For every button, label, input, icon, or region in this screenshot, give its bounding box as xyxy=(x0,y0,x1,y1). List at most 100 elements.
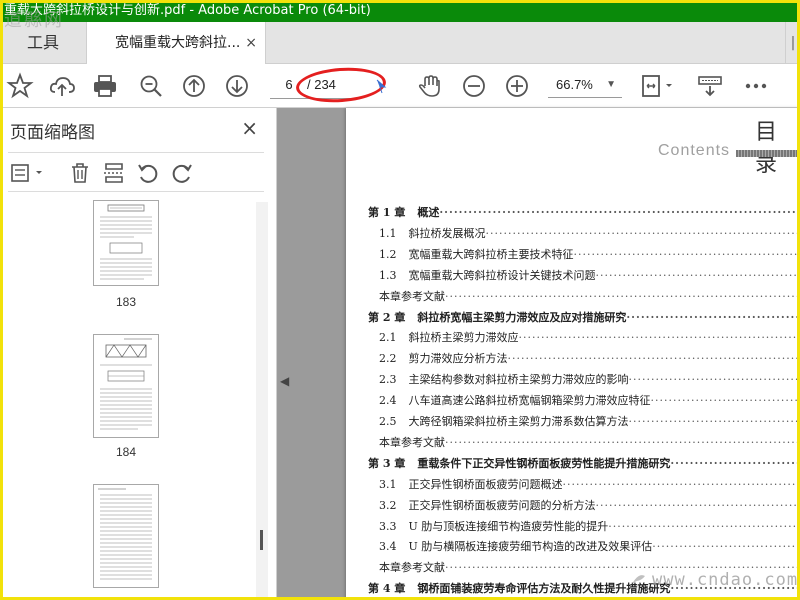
thumbnail-label: 184 xyxy=(115,445,137,459)
hand-icon[interactable] xyxy=(416,72,444,100)
toc-title: 宽幅重载大跨斜拉桥主要技术特征 xyxy=(408,247,574,261)
extract-pages-icon[interactable] xyxy=(102,161,126,185)
toc-title: 正交异性钢桥面板疲劳问题的分析方法 xyxy=(408,498,596,512)
toc-section-row[interactable]: 2.2 剪力滞效应分析方法····························… xyxy=(368,350,800,368)
toc-title: 斜拉桥发展概况 xyxy=(408,226,486,240)
watermark-top: 道縣网 xyxy=(4,10,64,31)
rotate-right-icon[interactable] xyxy=(170,161,194,185)
watermark-logo-icon xyxy=(628,570,648,590)
toc-leader-dots: ········································… xyxy=(445,289,800,303)
page-down-icon[interactable] xyxy=(223,72,251,100)
options-menu-icon[interactable] xyxy=(10,161,44,185)
toc-section-row[interactable]: 3.2 正交异性钢桥面板疲劳问题的分析方法····················… xyxy=(368,497,800,515)
window-title: 重载大跨斜拉桥设计与创新.pdf - Adobe Acrobat Pro (64… xyxy=(0,0,800,22)
toc-title: 八车道高速公路斜拉桥宽幅钢箱梁剪力滞效应特征 xyxy=(408,394,651,408)
toc-number: 3.2 xyxy=(379,498,397,512)
toc-section-row[interactable]: 1.1 斜拉桥发展概况······························… xyxy=(368,225,800,243)
toc-chapter-row[interactable]: 第 3 章重载条件下正交异性钢桥面板疲劳性能提升措施研究············… xyxy=(368,455,800,473)
toc-number: 3.4 xyxy=(379,540,397,554)
tab-scroll-handle[interactable]: | xyxy=(785,22,800,64)
pdf-page: 目录 Contents 第 1 章概述·····················… xyxy=(346,108,800,600)
tab-document-label: 宽幅重载大跨斜拉... xyxy=(115,35,241,51)
zoom-value: 66.7% xyxy=(556,77,593,92)
toc-section-row[interactable]: 2.1 斜拉桥主梁剪力滞效应···························… xyxy=(368,329,800,347)
toc-leader-dots: ········································… xyxy=(573,247,800,261)
toc-section-row[interactable]: 本章参考文献··································… xyxy=(368,434,800,452)
toc-leader-dots: ········································… xyxy=(626,310,800,324)
toc-title: 正交异性钢桥面板疲劳问题概述 xyxy=(408,477,563,491)
toc-title: 本章参考文献 xyxy=(379,435,445,449)
toc-leader-dots: ········································… xyxy=(445,435,800,449)
page-up-icon[interactable] xyxy=(180,72,208,100)
toc-leader-dots: ········································… xyxy=(518,331,800,345)
toc-number: 3.3 xyxy=(379,519,397,533)
thumbnails-panel: 页面缩略图 × 183 184 xyxy=(0,108,277,600)
thumbnail-page[interactable] xyxy=(93,200,159,286)
delete-icon[interactable] xyxy=(68,161,92,185)
toc-section-row[interactable]: 3.4 U 肋与横隔板连接疲劳细节构造的改进及效果评估··············… xyxy=(368,538,800,556)
toc-title: 概述 xyxy=(417,206,440,219)
toc-title: 大跨径钢箱梁斜拉桥主梁剪力滞系数估算方法 xyxy=(408,415,629,428)
toc-section-row[interactable]: 本章参考文献··································… xyxy=(368,288,800,306)
toc-leader-dots: ········································… xyxy=(485,226,800,240)
thumbnail-list: 183 184 xyxy=(0,194,264,600)
toc-section-row[interactable]: 1.3 宽幅重载大跨斜拉桥设计关键技术问题····················… xyxy=(368,267,800,285)
toc-number: 1.1 xyxy=(379,226,397,240)
thumbnail-page[interactable] xyxy=(93,334,159,438)
cursor-arrow-icon[interactable] xyxy=(374,72,388,100)
toc-title: U 肋与顶板连接细节构造疲劳性能的提升 xyxy=(408,519,609,533)
toc-title: 剪力滞效应分析方法 xyxy=(408,352,508,366)
panel-scrollbar[interactable] xyxy=(256,202,268,600)
toc-number: 1.2 xyxy=(379,247,397,261)
more-icon[interactable] xyxy=(742,72,770,100)
toc-number: 1.3 xyxy=(379,268,397,282)
toc-section-row[interactable]: 3.3 U 肋与顶板连接细节构造疲劳性能的提升··················… xyxy=(368,518,800,536)
zoom-search-icon[interactable] xyxy=(137,72,165,100)
chevron-down-icon: ▼ xyxy=(606,79,616,90)
close-icon[interactable]: × xyxy=(241,116,258,140)
toc-number: 2.4 xyxy=(379,394,397,408)
toc-leader-dots: ········································… xyxy=(628,373,800,387)
toc-leader-dots: ········································… xyxy=(628,415,800,428)
print-icon[interactable] xyxy=(91,72,119,100)
toc-title: 主梁结构参数对斜拉桥主梁剪力滞效应的影响 xyxy=(408,373,629,387)
toc-title: 本章参考文献 xyxy=(379,561,445,575)
cloud-upload-icon[interactable] xyxy=(48,72,76,100)
thumbnail-page[interactable] xyxy=(93,484,159,588)
toc-subheading: Contents xyxy=(658,142,731,159)
decorative-bar xyxy=(736,150,800,157)
fit-page-icon[interactable] xyxy=(640,72,676,100)
toc-title: 重载条件下正交异性钢桥面板疲劳性能提升措施研究 xyxy=(417,456,671,470)
toc-chapter-row[interactable]: 第 1 章概述·································… xyxy=(368,204,800,222)
toc-number: 2.2 xyxy=(379,352,397,366)
toc-section-row[interactable]: 2.3 主梁结构参数对斜拉桥主梁剪力滞效应的影响·················… xyxy=(368,371,800,389)
toc-section-row[interactable]: 1.2 宽幅重载大跨斜拉桥主要技术特征······················… xyxy=(368,246,800,264)
toc-leader-dots: ········································… xyxy=(608,519,800,533)
scroll-mode-icon[interactable] xyxy=(696,72,724,100)
panel-title: 页面缩略图 xyxy=(10,123,95,143)
tab-document[interactable]: 宽幅重载大跨斜拉... × xyxy=(86,22,266,65)
toc-leader-dots: ········································… xyxy=(439,206,800,219)
panel-toolbar xyxy=(8,152,264,192)
toc-chapter-row[interactable]: 第 2 章斜拉桥宽幅主梁剪力滞效应及应对措施研究················… xyxy=(368,309,800,327)
toc-number: 第 1 章 xyxy=(368,206,406,219)
panel-scrollbar-thumb[interactable] xyxy=(260,530,263,550)
toc-section-row[interactable]: 2.4 八车道高速公路斜拉桥宽幅钢箱梁剪力滞效应特征···············… xyxy=(368,392,800,410)
zoom-in-icon[interactable] xyxy=(503,72,531,100)
rotate-left-icon[interactable] xyxy=(136,161,160,185)
toc-leader-dots: ········································… xyxy=(595,268,800,282)
toc-leader-dots: ········································… xyxy=(670,456,800,470)
zoom-out-icon[interactable] xyxy=(460,72,488,100)
tab-close-icon[interactable]: × xyxy=(245,22,257,64)
collapse-panel-icon[interactable]: ◀ xyxy=(280,374,289,388)
zoom-select[interactable]: 66.7% ▼ xyxy=(548,73,622,98)
toc-number: 2.1 xyxy=(379,331,397,345)
toc-section-row[interactable]: 3.1 正交异性钢桥面板疲劳问题概述·······················… xyxy=(368,476,800,494)
thumbnail-content xyxy=(98,488,152,580)
toc-leader-dots: ········································… xyxy=(507,352,800,366)
toc-number: 2.5 xyxy=(379,415,397,428)
toc-section-row[interactable]: 2.5 大跨径钢箱梁斜拉桥主梁剪力滞系数估算方法·················… xyxy=(368,413,800,431)
star-icon[interactable] xyxy=(6,72,34,100)
toc-leader-dots: ········································… xyxy=(595,498,800,512)
toc-leader-dots: ········································… xyxy=(652,540,800,554)
